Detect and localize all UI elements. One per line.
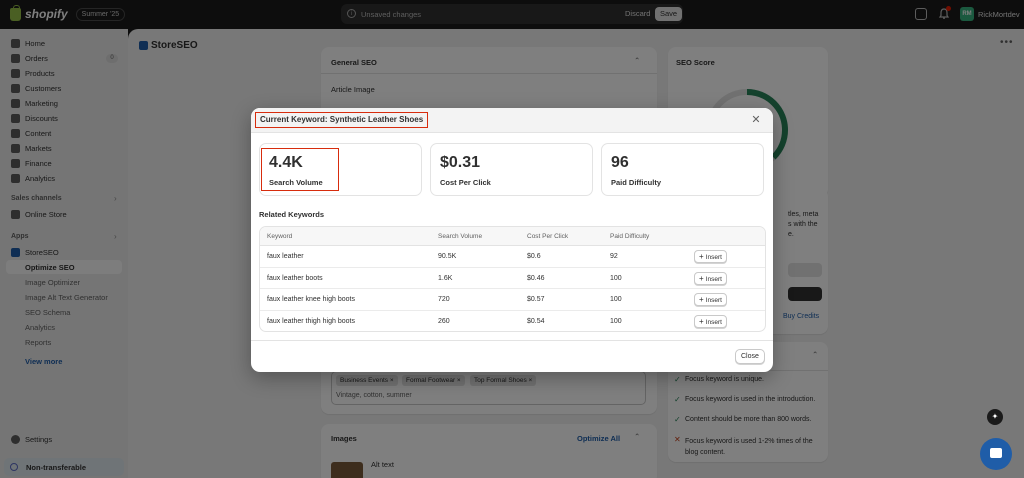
modal-footer: Close [251, 340, 773, 372]
insert-label: Insert [705, 297, 722, 304]
insert-label: Insert [705, 254, 722, 261]
plus-icon: + [699, 273, 704, 283]
plus-icon: + [699, 252, 704, 261]
plus-icon: + [699, 316, 704, 326]
chat-icon[interactable] [980, 438, 1012, 470]
insert-label: Insert [705, 275, 722, 283]
modal-header: Current Keyword: Synthetic Leather Shoes… [251, 108, 773, 133]
volume-cell: 1.6K [438, 274, 453, 282]
insert-button[interactable]: + Insert [694, 250, 727, 263]
column-header: Search Volume [438, 233, 483, 240]
magic-wand-icon[interactable]: ✦ [987, 409, 1003, 425]
modal-title: Current Keyword: Synthetic Leather Shoes [255, 112, 429, 128]
cpc-cell: $0.6 [527, 253, 541, 260]
difficulty-cell: 100 [610, 274, 622, 282]
cpc-cell: $0.46 [527, 274, 545, 282]
table-row: faux leather thigh high boots 260 $0.54 … [260, 311, 765, 332]
keyword-cell: faux leather [267, 253, 304, 260]
keyword-cell: faux leather boots [267, 274, 323, 282]
plus-icon: + [699, 295, 704, 304]
insert-button[interactable]: + Insert [694, 314, 727, 328]
keyword-cell: faux leather thigh high boots [267, 317, 355, 325]
volume-cell: 260 [438, 317, 450, 325]
highlight-box [261, 148, 339, 191]
column-header: Paid Difficulty [610, 233, 650, 240]
difficulty-cell: 92 [610, 253, 618, 260]
metric-card-paid-difficulty: 96 Paid Difficulty [601, 143, 764, 196]
metric-label: Paid Difficulty [611, 178, 662, 187]
table-row: faux leather boots 1.6K $0.46 100 + Inser… [260, 268, 765, 289]
cpc-cell: $0.54 [527, 317, 545, 325]
volume-cell: 720 [438, 296, 450, 303]
close-button[interactable]: Close [735, 349, 765, 364]
volume-cell: 90.5K [438, 253, 457, 260]
column-header: Keyword [267, 233, 293, 240]
insert-button[interactable]: + Insert [694, 293, 727, 306]
difficulty-cell: 100 [610, 296, 622, 303]
metric-value: 96 [611, 154, 629, 171]
cpc-cell: $0.57 [527, 296, 545, 303]
close-icon[interactable]: ✕ [749, 113, 763, 127]
metric-label: Cost Per Click [440, 178, 491, 187]
table-row: faux leather 90.5K $0.6 92 + Insert [260, 246, 765, 268]
insert-button[interactable]: + Insert [694, 271, 727, 285]
metric-card-cost-per-click: $0.31 Cost Per Click [430, 143, 593, 196]
table-header: Keyword Search Volume Cost Per Click Pai… [260, 227, 765, 246]
column-header: Cost Per Click [527, 233, 569, 240]
keyword-cell: faux leather knee high boots [267, 296, 355, 303]
insert-label: Insert [705, 318, 722, 326]
table-row: faux leather knee high boots 720 $0.57 1… [260, 289, 765, 311]
related-keywords-table: Keyword Search Volume Cost Per Click Pai… [259, 226, 766, 332]
difficulty-cell: 100 [610, 317, 622, 325]
keyword-modal: Current Keyword: Synthetic Leather Shoes… [251, 108, 773, 372]
related-keywords-title: Related Keywords [259, 210, 325, 219]
metric-value: $0.31 [440, 154, 481, 171]
